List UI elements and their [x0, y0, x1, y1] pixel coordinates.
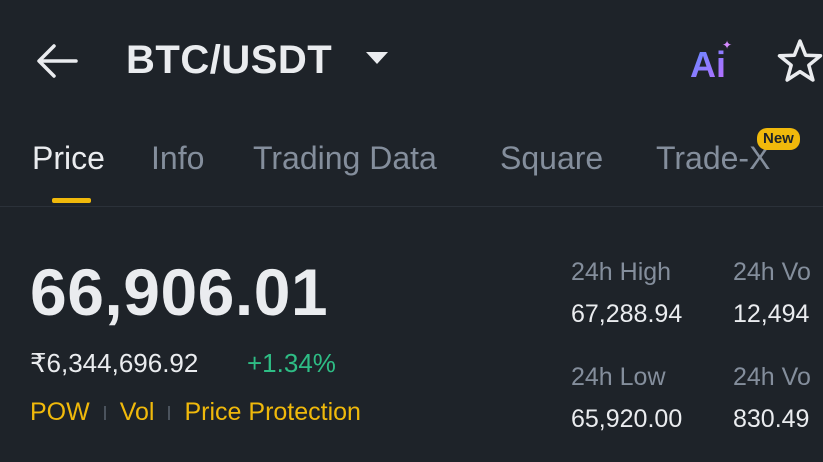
tab-bar: Price Info Trading Data Square Trade-X: [0, 120, 823, 207]
volume-24h-label: 24h Vo: [733, 258, 811, 286]
fiat-price: ₹6,344,696.92: [30, 348, 199, 378]
tag-divider: [168, 406, 171, 421]
low-24h-value: 65,920.00: [571, 405, 683, 433]
low-24h-label: 24h Low: [571, 363, 666, 391]
tag-divider: [103, 406, 106, 421]
last-price: 66,906.01: [30, 255, 329, 329]
trading-pair-title[interactable]: BTC/USDT: [126, 38, 332, 83]
sparkle-icon: ✦: [722, 38, 733, 52]
arrow-left-icon[interactable]: [36, 42, 78, 80]
star-outline-icon[interactable]: [776, 38, 823, 84]
volume-24h-value: 12,494: [733, 300, 810, 328]
tag-row: POW Vol Price Protection: [30, 398, 361, 427]
tag-price-protection[interactable]: Price Protection: [184, 398, 360, 426]
tag-vol[interactable]: Vol: [120, 398, 155, 426]
high-24h-value: 67,288.94: [571, 300, 683, 328]
top-bar: BTC/USDT Ai ✦: [0, 0, 823, 120]
tab-info[interactable]: Info: [151, 140, 204, 177]
tab-square[interactable]: Square: [500, 140, 603, 177]
active-tab-indicator: [52, 198, 91, 203]
volume-quote-24h-label: 24h Vo: [733, 363, 811, 391]
ai-button[interactable]: Ai: [690, 44, 726, 86]
price-change-percent: +1.34%: [247, 348, 336, 378]
tab-price[interactable]: Price: [32, 140, 105, 177]
tab-trade-x[interactable]: Trade-X: [656, 140, 770, 177]
caret-down-icon[interactable]: [366, 52, 388, 64]
new-badge: New: [757, 128, 800, 150]
high-24h-label: 24h High: [571, 258, 672, 286]
tab-trading-data[interactable]: Trading Data: [253, 140, 437, 177]
tag-pow[interactable]: POW: [30, 398, 90, 426]
volume-quote-24h-value: 830.49: [733, 405, 810, 433]
